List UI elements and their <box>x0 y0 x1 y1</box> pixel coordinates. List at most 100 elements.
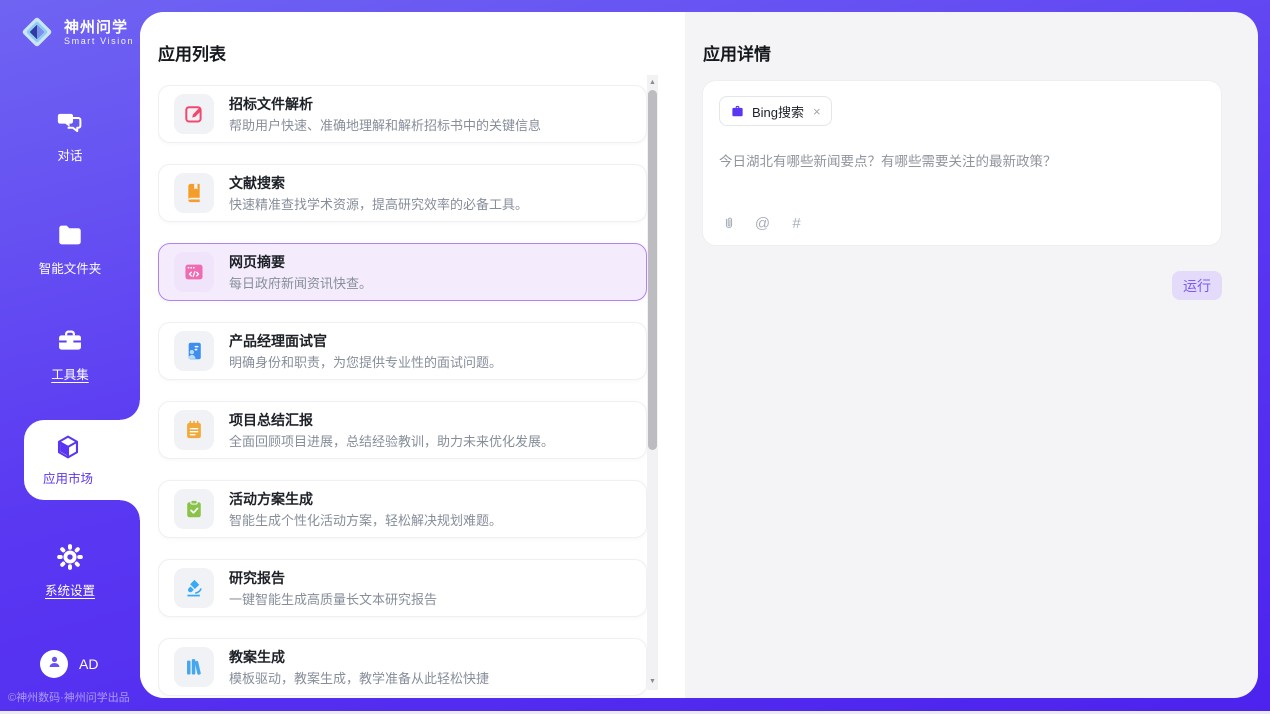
sidebar-item-smart-folder[interactable]: 智能文件夹 <box>0 221 140 277</box>
user-initials: AD <box>79 656 98 672</box>
app-detail-title: 应用详情 <box>703 40 771 65</box>
sidebar-item-inner: 对话 <box>0 108 140 164</box>
sidebar-item-inner: 工具集 <box>0 327 140 383</box>
sidebar-item-label: 工具集 <box>51 364 89 383</box>
tag-close-icon[interactable]: × <box>813 104 821 119</box>
app-card-web-summary[interactable]: 网页摘要每日政府新闻资讯快查。 <box>158 243 647 301</box>
briefcase-icon <box>730 104 745 119</box>
app-card-research-report[interactable]: 研究报告一键智能生成高质量长文本研究报告 <box>158 559 647 617</box>
app-card-title: 教案生成 <box>229 649 489 666</box>
app-card-project-summary[interactable]: 项目总结汇报全面回顾项目进展，总结经验教训，助力未来优化发展。 <box>158 401 647 459</box>
brand-name: 神州问学 <box>64 19 134 36</box>
app-card-description: 明确身份和职责，为您提供专业性的面试问题。 <box>229 355 502 370</box>
app-card-description: 每日政府新闻资讯快查。 <box>229 276 372 291</box>
app-card-description: 一键智能生成高质量长文本研究报告 <box>229 592 437 607</box>
app-card-text: 研究报告一键智能生成高质量长文本研究报告 <box>229 570 437 607</box>
sidebar-item-label: 对话 <box>57 145 82 164</box>
app-icon-tile <box>174 568 214 608</box>
tool-tag-bing-search[interactable]: Bing搜索 × <box>719 96 832 126</box>
sidebar-item-label: 应用市场 <box>43 468 93 487</box>
brand-logo: 神州问学 Smart Vision <box>18 13 134 51</box>
main-content: 应用列表 招标文件解析帮助用户快速、准确地理解和解析招标书中的关键信息文献搜索快… <box>140 12 1258 698</box>
run-button[interactable]: 运行 <box>1172 271 1222 300</box>
app-list-title: 应用列表 <box>158 40 226 65</box>
report-note-icon <box>183 419 205 441</box>
sidebar: 神州问学 Smart Vision 对话智能文件夹工具集应用市场系统设置 AD … <box>0 0 140 714</box>
paperclip-icon[interactable] <box>720 215 737 232</box>
brand-text: 神州问学 Smart Vision <box>64 19 134 46</box>
chat-icon <box>56 108 84 136</box>
app-card-list: 招标文件解析帮助用户快速、准确地理解和解析招标书中的关键信息文献搜索快速精准查找… <box>158 85 647 698</box>
app-icon-tile <box>174 410 214 450</box>
prompt-question-text[interactable]: 今日湖北有哪些新闻要点？有哪些需要关注的最新政策？ <box>719 152 1205 171</box>
app-icon-tile <box>174 647 214 687</box>
app-card-text: 教案生成模板驱动，教案生成，教学准备从此轻松快捷 <box>229 649 489 686</box>
app-card-bid-doc-parse[interactable]: 招标文件解析帮助用户快速、准确地理解和解析招标书中的关键信息 <box>158 85 647 143</box>
browser-code-icon <box>183 261 205 283</box>
app-card-title: 招标文件解析 <box>229 96 541 113</box>
app-icon-tile <box>174 94 214 134</box>
app-card-text: 项目总结汇报全面回顾项目进展，总结经验教训，助力未来优化发展。 <box>229 412 554 449</box>
cube-icon <box>54 433 82 461</box>
sidebar-item-settings[interactable]: 系统设置 <box>0 543 140 599</box>
sidebar-item-toolset[interactable]: 工具集 <box>0 327 140 383</box>
app-detail-panel: 应用详情 Bing搜索 × 今日湖北有哪些新闻要点？有哪些需要关注的最新政策？ … <box>685 12 1258 698</box>
hash-icon[interactable]: # <box>788 215 805 232</box>
app-card-title: 活动方案生成 <box>229 491 502 508</box>
user-row[interactable]: AD <box>40 650 98 678</box>
app-card-title: 产品经理面试官 <box>229 333 502 350</box>
app-card-description: 全面回顾项目进展，总结经验教训，助力未来优化发展。 <box>229 434 554 449</box>
app-window: 神州问学 Smart Vision 对话智能文件夹工具集应用市场系统设置 AD … <box>0 0 1270 714</box>
microscope-icon <box>183 577 205 599</box>
pencil-square-icon <box>183 103 205 125</box>
brand-subtitle: Smart Vision <box>64 36 134 46</box>
diamond-logo-icon <box>18 13 56 51</box>
prompt-card: Bing搜索 × 今日湖北有哪些新闻要点？有哪些需要关注的最新政策？ @# <box>702 80 1222 246</box>
person-icon <box>46 653 63 675</box>
app-card-title: 研究报告 <box>229 570 437 587</box>
app-list-panel: 应用列表 招标文件解析帮助用户快速、准确地理解和解析招标书中的关键信息文献搜索快… <box>140 12 685 698</box>
app-card-text: 招标文件解析帮助用户快速、准确地理解和解析招标书中的关键信息 <box>229 96 541 133</box>
books-icon <box>183 656 205 678</box>
sidebar-item-label: 系统设置 <box>45 580 95 599</box>
run-row: 运行 <box>702 271 1222 300</box>
app-icon-tile <box>174 252 214 292</box>
scrollbar-thumb[interactable] <box>648 90 657 450</box>
app-card-event-plan[interactable]: 活动方案生成智能生成个性化活动方案，轻松解决规划难题。 <box>158 480 647 538</box>
at-icon[interactable]: @ <box>754 215 771 232</box>
app-icon-tile <box>174 331 214 371</box>
app-card-text: 产品经理面试官明确身份和职责，为您提供专业性的面试问题。 <box>229 333 502 370</box>
app-card-title: 网页摘要 <box>229 254 372 271</box>
avatar <box>40 650 68 678</box>
gear-icon <box>56 543 84 571</box>
clipboard-check-icon <box>183 498 205 520</box>
scrollbar-up-icon[interactable]: ▲ <box>647 78 658 88</box>
resume-icon <box>183 340 205 362</box>
app-card-title: 项目总结汇报 <box>229 412 554 429</box>
scrollbar[interactable]: ▲ ▼ <box>647 75 658 690</box>
app-card-description: 模板驱动，教案生成，教学准备从此轻松快捷 <box>229 671 489 686</box>
app-icon-tile <box>174 173 214 213</box>
sidebar-item-inner: 智能文件夹 <box>0 221 140 277</box>
app-card-title: 文献搜索 <box>229 175 528 192</box>
scrollbar-down-icon[interactable]: ▼ <box>647 677 658 687</box>
sidebar-item-chat[interactable]: 对话 <box>0 108 140 164</box>
sidebar-item-inner: 应用市场 <box>24 420 112 500</box>
sidebar-item-inner: 系统设置 <box>0 543 140 599</box>
app-card-text: 文献搜索快速精准查找学术资源，提高研究效率的必备工具。 <box>229 175 528 212</box>
app-card-description: 快速精准查找学术资源，提高研究效率的必备工具。 <box>229 197 528 212</box>
app-card-description: 智能生成个性化活动方案，轻松解决规划难题。 <box>229 513 502 528</box>
app-card-text: 活动方案生成智能生成个性化活动方案，轻松解决规划难题。 <box>229 491 502 528</box>
app-card-lesson-plan[interactable]: 教案生成模板驱动，教案生成，教学准备从此轻松快捷 <box>158 638 647 696</box>
app-card-text: 网页摘要每日政府新闻资讯快查。 <box>229 254 372 291</box>
folder-icon <box>56 221 84 249</box>
app-card-description: 帮助用户快速、准确地理解和解析招标书中的关键信息 <box>229 118 541 133</box>
tool-tag-label: Bing搜索 <box>752 102 804 121</box>
sidebar-item-label: 智能文件夹 <box>39 258 102 277</box>
book-icon <box>183 182 205 204</box>
sidebar-item-app-market[interactable]: 应用市场 <box>24 420 140 500</box>
input-toolbar: @# <box>720 215 805 232</box>
app-card-literature-search[interactable]: 文献搜索快速精准查找学术资源，提高研究效率的必备工具。 <box>158 164 647 222</box>
copyright-text: ©神州数码·神州问学出品 <box>8 689 130 705</box>
app-card-pm-interviewer[interactable]: 产品经理面试官明确身份和职责，为您提供专业性的面试问题。 <box>158 322 647 380</box>
